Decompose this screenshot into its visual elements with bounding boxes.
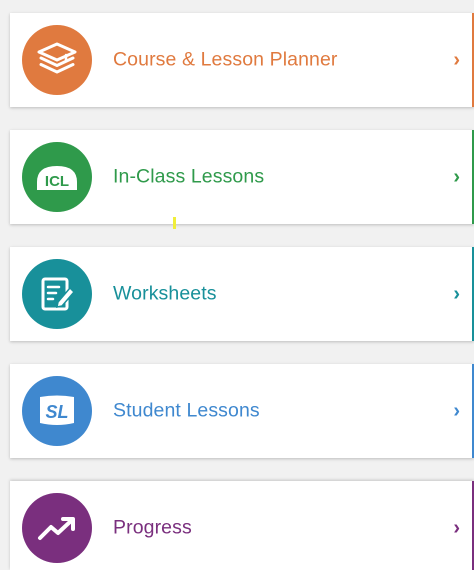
icl-badge-icon: ICL — [22, 142, 92, 212]
chevron-right-icon: › — [453, 49, 460, 71]
chevron-right-icon: › — [453, 283, 460, 305]
chevron-right-icon: › — [453, 400, 460, 422]
menu-item-label: Worksheets — [113, 282, 217, 305]
menu-item-course-lesson-planner[interactable]: Course & Lesson Planner › — [10, 13, 474, 107]
worksheet-edit-icon — [22, 259, 92, 329]
sl-abbr: SL — [45, 402, 68, 422]
menu-item-in-class-lessons[interactable]: ICL In-Class Lessons › — [10, 130, 474, 224]
chevron-right-icon: › — [453, 166, 460, 188]
trend-up-icon — [22, 493, 92, 563]
menu-item-label: Student Lessons — [113, 399, 260, 422]
menu-item-student-lessons[interactable]: SL Student Lessons › — [10, 364, 474, 458]
cursor-marker — [173, 217, 176, 229]
menu-item-label: Course & Lesson Planner — [113, 48, 338, 71]
menu-item-label: In-Class Lessons — [113, 165, 265, 188]
stacked-books-icon — [22, 25, 92, 95]
icl-abbr: ICL — [45, 173, 69, 190]
menu-item-progress[interactable]: Progress › — [10, 481, 474, 570]
menu-list: Course & Lesson Planner › ICL In-Class L… — [0, 0, 474, 570]
menu-item-label: Progress — [113, 516, 192, 539]
chevron-right-icon: › — [453, 517, 460, 539]
menu-item-worksheets[interactable]: Worksheets › — [10, 247, 474, 341]
sl-badge-icon: SL — [22, 376, 92, 446]
